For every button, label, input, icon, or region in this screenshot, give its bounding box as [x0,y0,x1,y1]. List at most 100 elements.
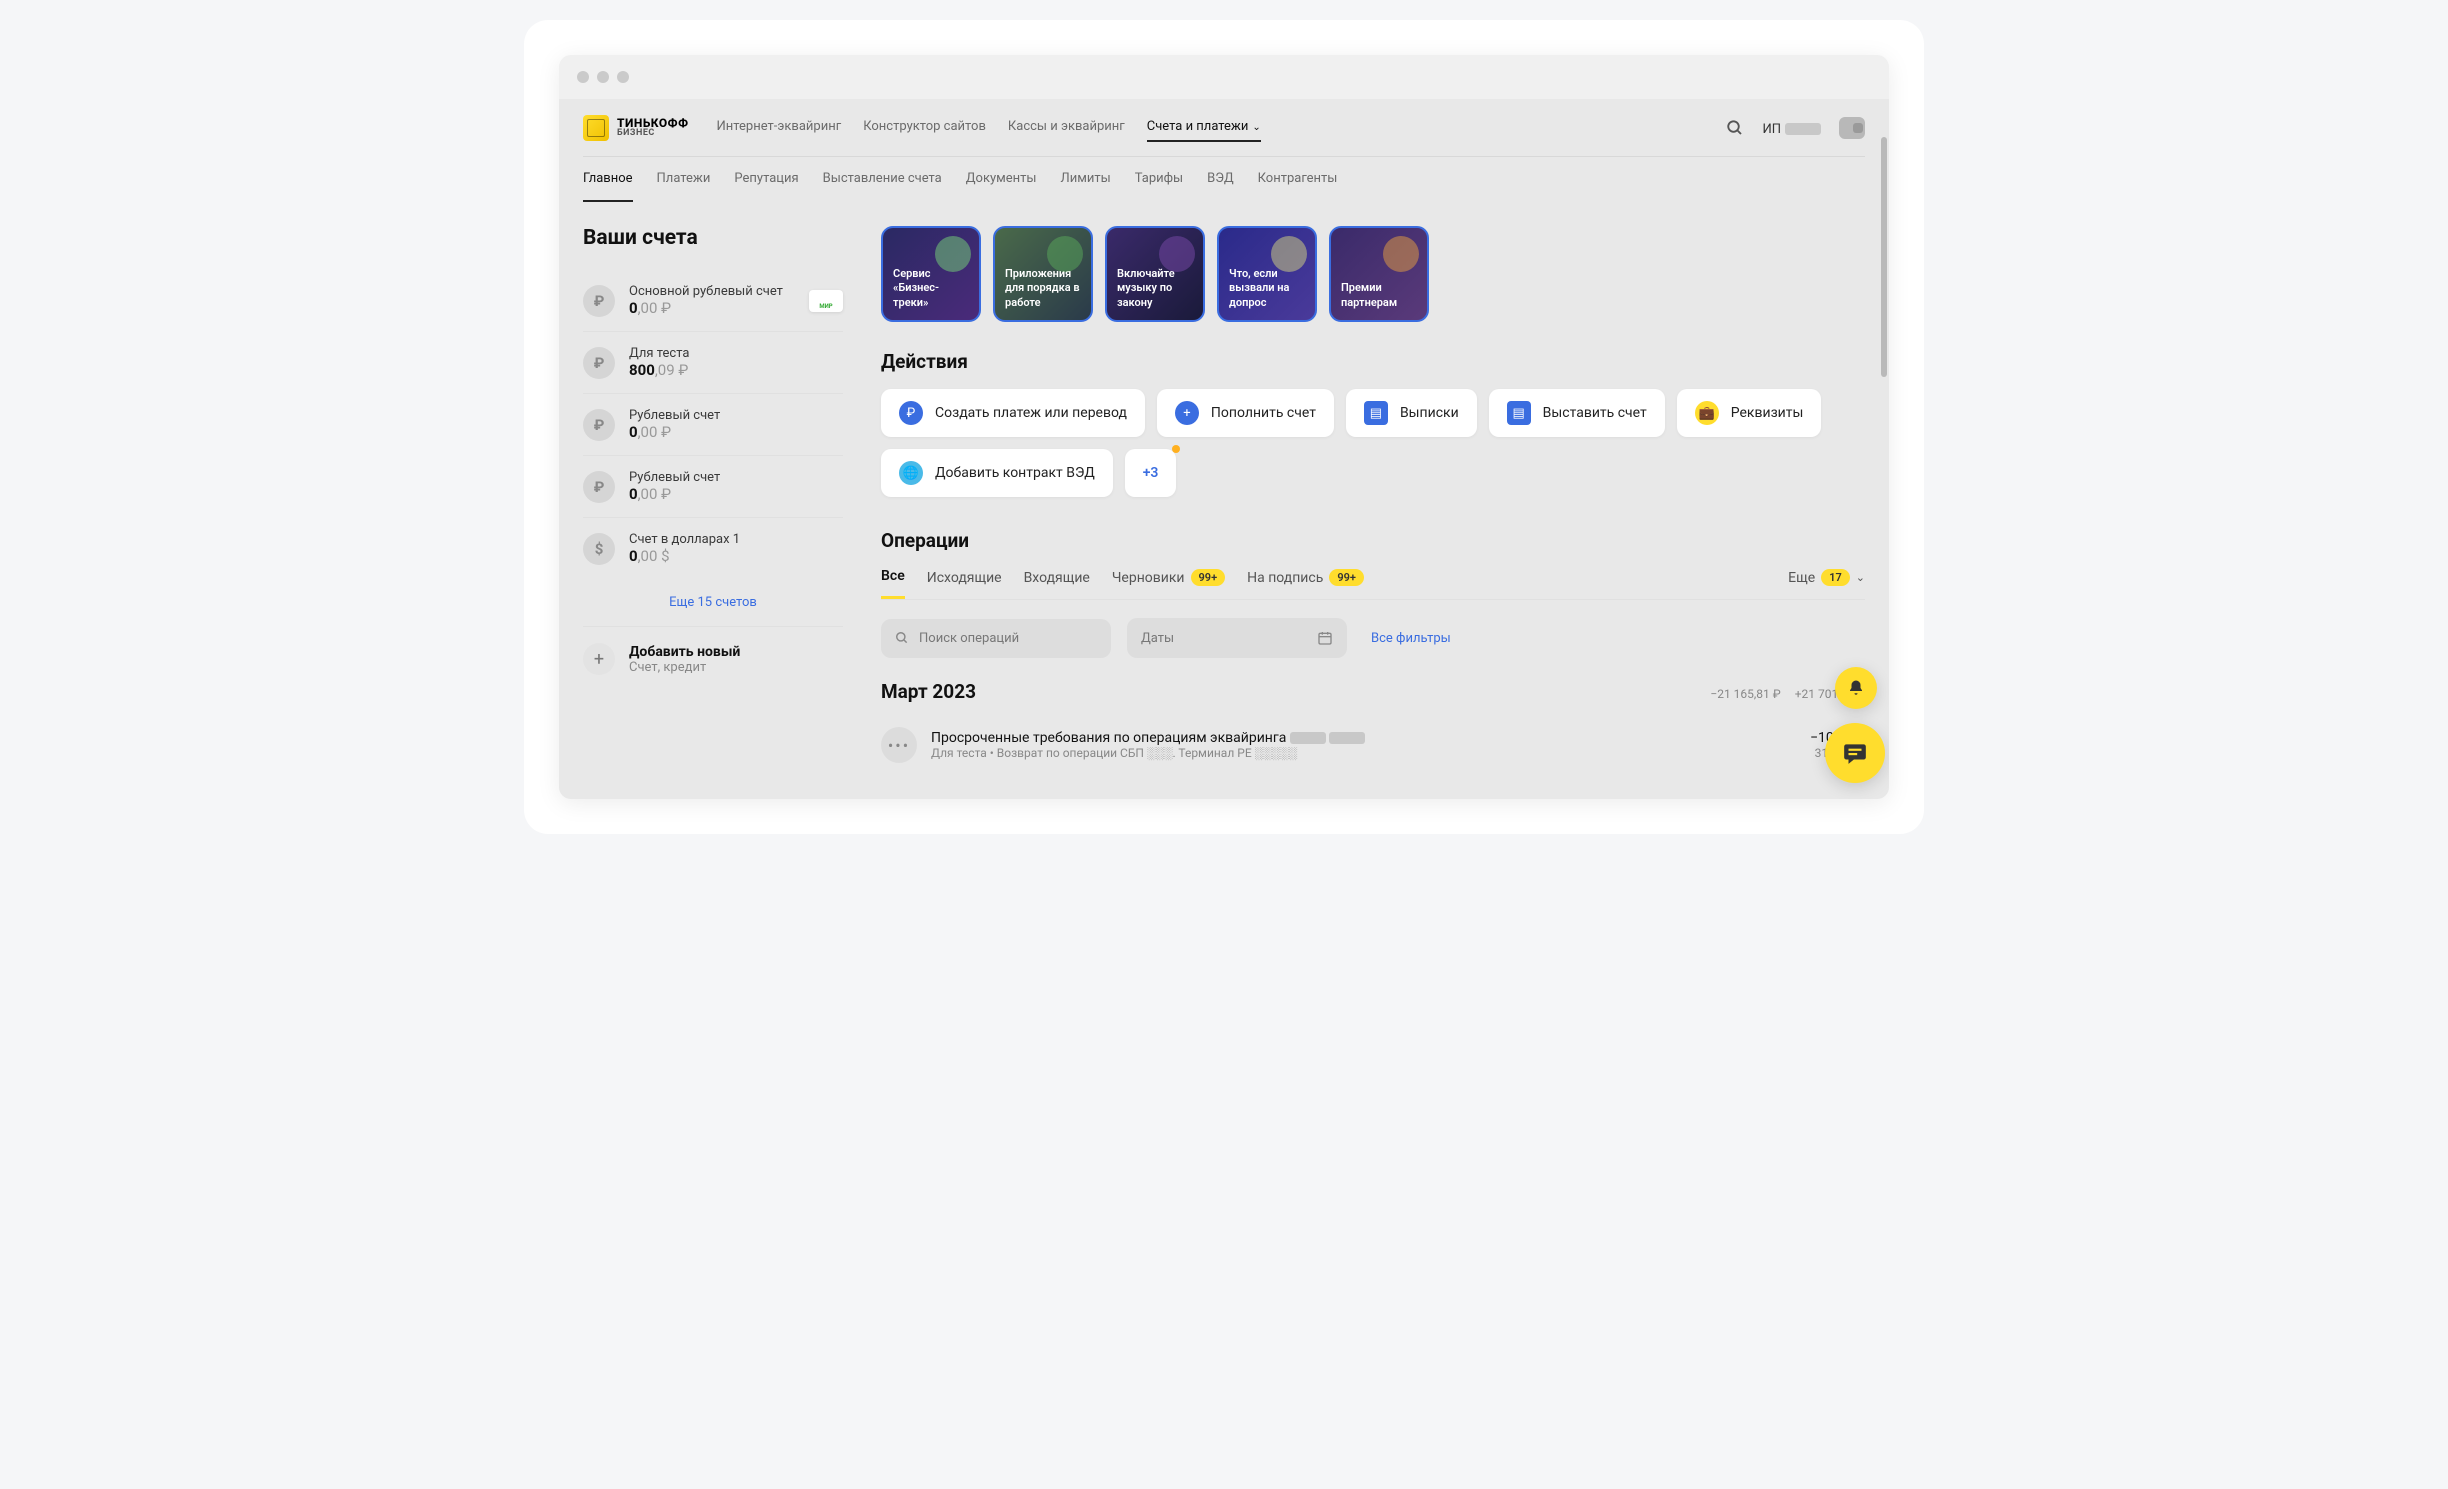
operations-filter-tab[interactable]: Черновики99+ [1112,569,1225,598]
account-row[interactable]: ₽ Рублевый счет 0,00 ₽ [583,394,843,456]
sub-tab[interactable]: Тарифы [1135,171,1183,202]
more-accounts-link[interactable]: Еще 15 счетов [583,579,843,627]
action-label: Реквизиты [1731,405,1804,421]
add-account-subtitle: Счет, кредит [629,660,740,675]
month-label: Март 2023 [881,680,976,703]
logo-icon [583,115,609,141]
sub-tab[interactable]: Репутация [734,171,798,202]
accounts-title: Ваши счета [583,226,843,250]
sub-tab[interactable]: ВЭД [1207,171,1233,202]
account-name: Рублевый счет [629,408,843,423]
logo-subtitle: БИЗНЕС [617,129,689,138]
story-label: Премии партнерам [1341,281,1417,310]
action-button[interactable]: ▤ Выставить счет [1489,389,1665,437]
account-row[interactable]: $ Счет в долларах 1 0,00 $ [583,518,843,579]
window-dot [597,71,609,83]
operation-subtitle: Для теста • Возврат по операции СБП ░░░.… [931,746,1796,760]
action-button[interactable]: 🌐Добавить контракт ВЭД [881,449,1113,497]
count-badge: 99+ [1191,569,1226,586]
account-balance: 0,00 ₽ [629,423,843,441]
add-account-button[interactable]: + Добавить новый Счет, кредит [583,627,843,691]
browser-window: ТИНЬКОФФ БИЗНЕС Интернет-эквайринг Констр… [559,55,1889,799]
all-filters-link[interactable]: Все фильтры [1371,631,1451,646]
sub-tab[interactable]: Документы [966,171,1037,202]
notifications-button[interactable] [1835,667,1877,709]
operation-title: Просроченные требования по операциям экв… [931,730,1796,746]
operation-icon: ••• [881,727,917,763]
operations-filter-more[interactable]: Еще17⌄ [1788,569,1865,598]
sub-tab[interactable]: Выставление счета [823,171,942,202]
story-label: Включайте музыку по закону [1117,267,1193,310]
story-label: Что, если вызвали на допрос [1229,267,1305,310]
main-nav-item[interactable]: Счета и платежи⌄ [1147,113,1261,142]
account-name: Счет в долларах 1 [629,532,843,547]
action-label: Пополнить счет [1211,405,1316,421]
window-dot [577,71,589,83]
sub-tab[interactable]: Главное [583,171,633,202]
account-row[interactable]: ₽ Основной рублевый счет 0,00 ₽ МИР [583,270,843,332]
add-account-title: Добавить новый [629,644,740,660]
story-label: Приложения для порядка в работе [1005,267,1081,310]
user-label[interactable]: ИП [1762,118,1821,137]
story-card[interactable]: Включайте музыку по закону [1105,226,1205,322]
account-row[interactable]: ₽ Рублевый счет 0,00 ₽ [583,456,843,518]
operations-filter-tab[interactable]: Все [881,568,905,599]
sub-tab[interactable]: Лимиты [1061,171,1111,202]
action-icon: ₽ [899,401,923,425]
action-icon: ▤ [1364,401,1388,425]
account-balance: 800,09 ₽ [629,361,843,379]
story-label: Сервис «Бизнес-треки» [893,267,969,310]
month-outflow: −21 165,81 ₽ [1710,687,1780,701]
plus-icon: + [583,643,615,675]
action-icon: + [1175,401,1199,425]
sub-tab[interactable]: Платежи [657,171,711,202]
story-card[interactable]: Сервис «Бизнес-треки» [881,226,981,322]
account-balance: 0,00 $ [629,547,843,565]
operations-title: Операции [881,529,1865,552]
story-card[interactable]: Приложения для порядка в работе [993,226,1093,322]
action-label: Выставить счет [1543,405,1647,421]
chevron-down-icon: ⌄ [1856,571,1865,584]
operation-row[interactable]: ••• Просроченные требования по операциям… [881,717,1865,773]
main-nav-item[interactable]: Конструктор сайтов [863,113,986,142]
operations-date-input[interactable]: Даты [1127,618,1347,658]
account-name: Основной рублевый счет [629,284,795,299]
currency-icon: $ [583,533,615,565]
card-badge: МИР [809,290,843,312]
bell-icon [1847,679,1865,697]
logo[interactable]: ТИНЬКОФФ БИЗНЕС [583,115,689,141]
chat-button[interactable] [1825,723,1885,783]
action-label: Создать платеж или перевод [935,405,1127,421]
chevron-down-icon: ⌄ [1252,122,1260,133]
story-card[interactable]: Что, если вызвали на допрос [1217,226,1317,322]
action-more-button[interactable]: +3 [1125,449,1177,497]
account-balance: 0,00 ₽ [629,299,795,317]
story-card[interactable]: Премии партнерам [1329,226,1429,322]
currency-icon: ₽ [583,471,615,503]
main-nav-item[interactable]: Кассы и эквайринг [1008,113,1125,142]
operations-filter-tab[interactable]: Входящие [1024,570,1090,598]
action-button[interactable]: ▤ Выписки [1346,389,1477,437]
operations-filter-tab[interactable]: На подпись99+ [1247,569,1364,598]
action-button[interactable]: 💼Реквизиты [1677,389,1822,437]
sub-tab[interactable]: Контрагенты [1258,171,1338,202]
currency-icon: ₽ [583,347,615,379]
scrollbar[interactable] [1881,137,1887,377]
action-button[interactable]: + Пополнить счет [1157,389,1334,437]
window-dot [617,71,629,83]
account-row[interactable]: ₽ Для теста 800,09 ₽ [583,332,843,394]
action-button[interactable]: ₽ Создать платеж или перевод [881,389,1145,437]
main-nav-item[interactable]: Интернет-эквайринг [717,113,842,142]
window-controls [559,55,1889,99]
search-icon[interactable] [1726,119,1744,137]
wallet-icon[interactable] [1839,117,1865,139]
action-label: Выписки [1400,405,1459,421]
actions-title: Действия [881,350,1865,373]
chat-icon [1842,740,1868,766]
operations-filter-tab[interactable]: Исходящие [927,570,1002,598]
account-name: Для теста [629,346,843,361]
action-icon: ▤ [1507,401,1531,425]
action-label: Добавить контракт ВЭД [935,465,1095,481]
operations-search-input[interactable]: Поиск операций [881,619,1111,658]
account-balance: 0,00 ₽ [629,485,843,503]
